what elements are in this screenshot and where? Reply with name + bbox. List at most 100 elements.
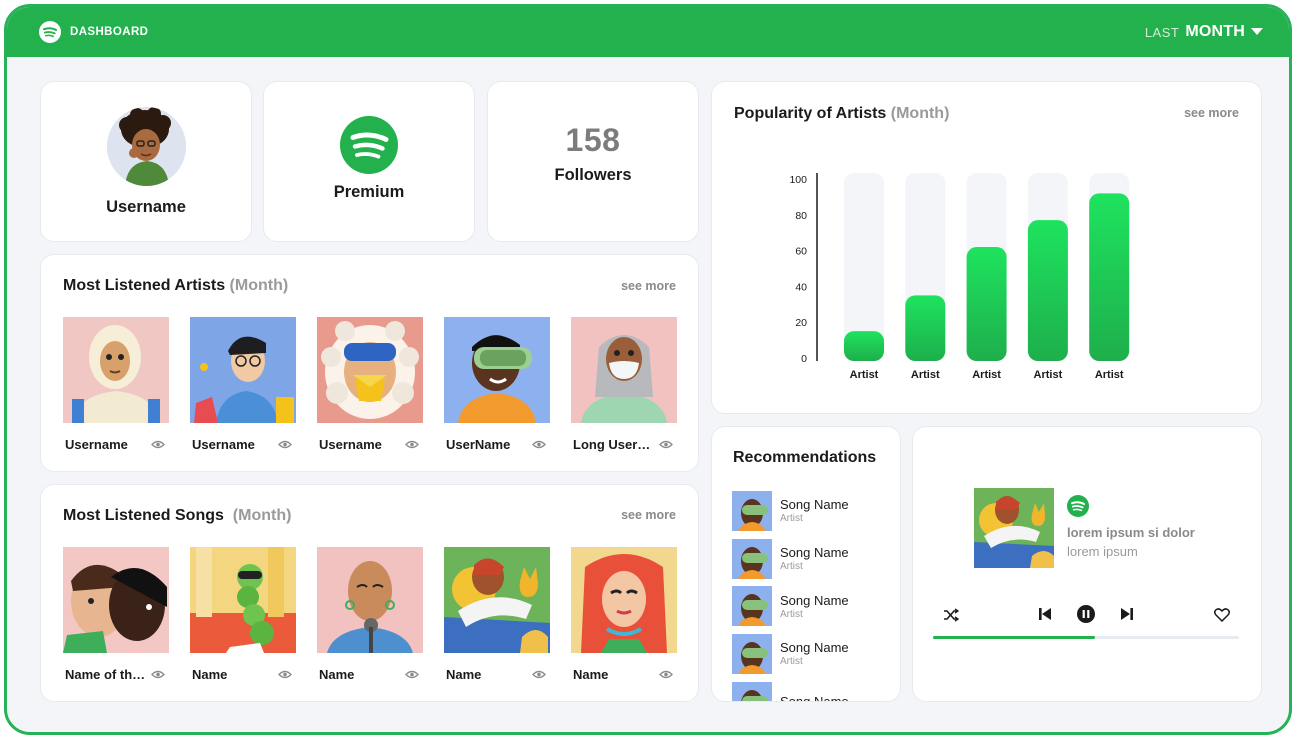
y-tick-label: 40 xyxy=(795,281,807,293)
artist-tile[interactable]: Username xyxy=(317,317,423,452)
top-bar: DASHBOARD LAST MONTH xyxy=(7,7,1289,57)
eye-icon[interactable] xyxy=(532,440,546,449)
player-track-subtitle: lorem ipsum xyxy=(1067,544,1138,559)
artists-see-more-link[interactable]: see more xyxy=(621,279,676,293)
player-progress-fill xyxy=(933,636,1096,639)
y-tick-label: 80 xyxy=(795,210,807,222)
player-card: lorem ipsum si dolor lorem ipsum xyxy=(912,426,1262,702)
recommendation-item[interactable]: Song Name Artist xyxy=(732,582,849,630)
artist-name: Username xyxy=(192,437,255,452)
recommendations-card: Recommendations Song Name Artist Song Nam… xyxy=(711,426,901,702)
eye-icon[interactable] xyxy=(659,440,673,449)
avatar xyxy=(106,106,186,186)
song-tile[interactable]: Name xyxy=(444,547,550,682)
song-tile[interactable]: Name of the song xyxy=(63,547,169,682)
bar xyxy=(905,295,946,361)
recommendations-title: Recommendations xyxy=(733,449,877,466)
artist-name: Username xyxy=(65,437,128,452)
eye-icon[interactable] xyxy=(151,440,165,449)
popularity-bar-chart: 0 20 40 60 80 100 Artist Artist Artist Artist Arti… xyxy=(789,173,1130,381)
spotify-logo-icon xyxy=(1067,495,1089,517)
bar xyxy=(966,247,1007,361)
song-tile[interactable]: Name xyxy=(571,547,677,682)
song-thumbnail xyxy=(732,633,772,674)
y-tick-label: 0 xyxy=(801,353,807,365)
song-tile[interactable]: Name xyxy=(190,547,296,682)
eye-icon[interactable] xyxy=(532,670,546,679)
songs-card: Most Listened Songs (Month) see more Nam… xyxy=(40,484,699,702)
song-name: Name xyxy=(573,667,609,682)
artists-card: Most Listened Artists (Month) see more U… xyxy=(40,254,699,472)
x-tick-label: Artist xyxy=(972,369,1001,381)
x-tick-label: Artist xyxy=(911,369,940,381)
app-window: DASHBOARD LAST MONTH Username Premium 15… xyxy=(4,4,1292,735)
artist-name: Long Username xyxy=(573,437,657,452)
songs-see-more-link[interactable]: see more xyxy=(621,508,676,522)
spotify-logo-icon xyxy=(340,115,398,174)
previous-icon[interactable] xyxy=(1038,607,1052,621)
artists-period: (Month) xyxy=(229,277,289,294)
eye-icon[interactable] xyxy=(278,670,292,679)
artist-name: Artist xyxy=(780,656,803,668)
artist-name: Username xyxy=(319,437,382,452)
song-image xyxy=(190,547,296,653)
player-progress-bar[interactable] xyxy=(933,636,1239,639)
range-selector[interactable]: LAST MONTH xyxy=(1145,23,1263,41)
eye-icon[interactable] xyxy=(659,670,673,679)
bar xyxy=(1027,220,1068,361)
followers-label: Followers xyxy=(554,166,632,184)
song-name: Song Name xyxy=(780,640,849,656)
artist-name: Artist xyxy=(780,561,803,573)
pause-icon[interactable] xyxy=(1077,605,1095,623)
songs-title: Most Listened Songs (Month) xyxy=(63,507,291,525)
artist-tile[interactable]: Username xyxy=(190,317,296,452)
eye-icon[interactable] xyxy=(278,440,292,449)
song-name: Name xyxy=(192,667,228,682)
x-tick-label: Artist xyxy=(1034,369,1063,381)
recommendation-item[interactable]: Song Name Artist xyxy=(732,535,849,583)
recommendation-item[interactable]: Song Name Artist xyxy=(732,487,849,535)
song-image xyxy=(571,547,677,653)
song-tile[interactable]: Name xyxy=(317,547,423,682)
range-value: MONTH xyxy=(1185,23,1245,40)
y-tick-label: 100 xyxy=(789,174,807,186)
artist-tile[interactable]: Username xyxy=(63,317,169,452)
followers-card: 158 Followers xyxy=(487,81,699,242)
recommendation-item[interactable]: Song Name xyxy=(732,678,849,701)
player-album-art xyxy=(974,488,1054,568)
artist-name: Artist xyxy=(780,513,803,525)
artist-image xyxy=(444,317,550,423)
artist-name: Artist xyxy=(780,608,803,620)
artist-tile[interactable]: Long Username xyxy=(571,317,677,452)
x-tick-label: Artist xyxy=(1095,369,1124,381)
bar xyxy=(844,331,884,361)
recommendation-item[interactable]: Song Name Artist xyxy=(732,630,849,678)
caret-down-icon xyxy=(1251,28,1263,35)
artist-tile[interactable]: UserName xyxy=(444,317,550,452)
song-thumbnail xyxy=(732,538,772,579)
song-thumbnail xyxy=(732,490,772,531)
song-image xyxy=(317,547,423,653)
eye-icon[interactable] xyxy=(405,440,419,449)
shuffle-icon[interactable] xyxy=(943,607,959,623)
song-name: Name of the song xyxy=(65,667,149,682)
recommendations-list: Song Name Artist Song Name Artist Song Nam… xyxy=(732,487,849,701)
eye-icon[interactable] xyxy=(151,670,165,679)
eye-icon[interactable] xyxy=(405,670,419,679)
app-title: DASHBOARD xyxy=(70,26,149,38)
song-name: Song Name xyxy=(780,592,849,608)
song-thumbnail xyxy=(732,586,772,627)
heart-icon[interactable] xyxy=(1214,608,1230,622)
next-icon[interactable] xyxy=(1120,607,1134,621)
song-name: Song Name xyxy=(780,545,849,561)
artist-name: UserName xyxy=(446,437,511,452)
songs-period: (Month) xyxy=(232,507,292,524)
song-name: Name xyxy=(446,667,482,682)
songs-title-text: Most Listened Songs xyxy=(63,507,224,524)
profile-card[interactable]: Username xyxy=(40,81,252,242)
artist-image xyxy=(63,317,169,423)
plan-card: Premium xyxy=(263,81,475,242)
plan-label: Premium xyxy=(333,182,405,201)
song-name: Song Name xyxy=(780,497,849,513)
followers-count: 158 xyxy=(565,122,621,158)
